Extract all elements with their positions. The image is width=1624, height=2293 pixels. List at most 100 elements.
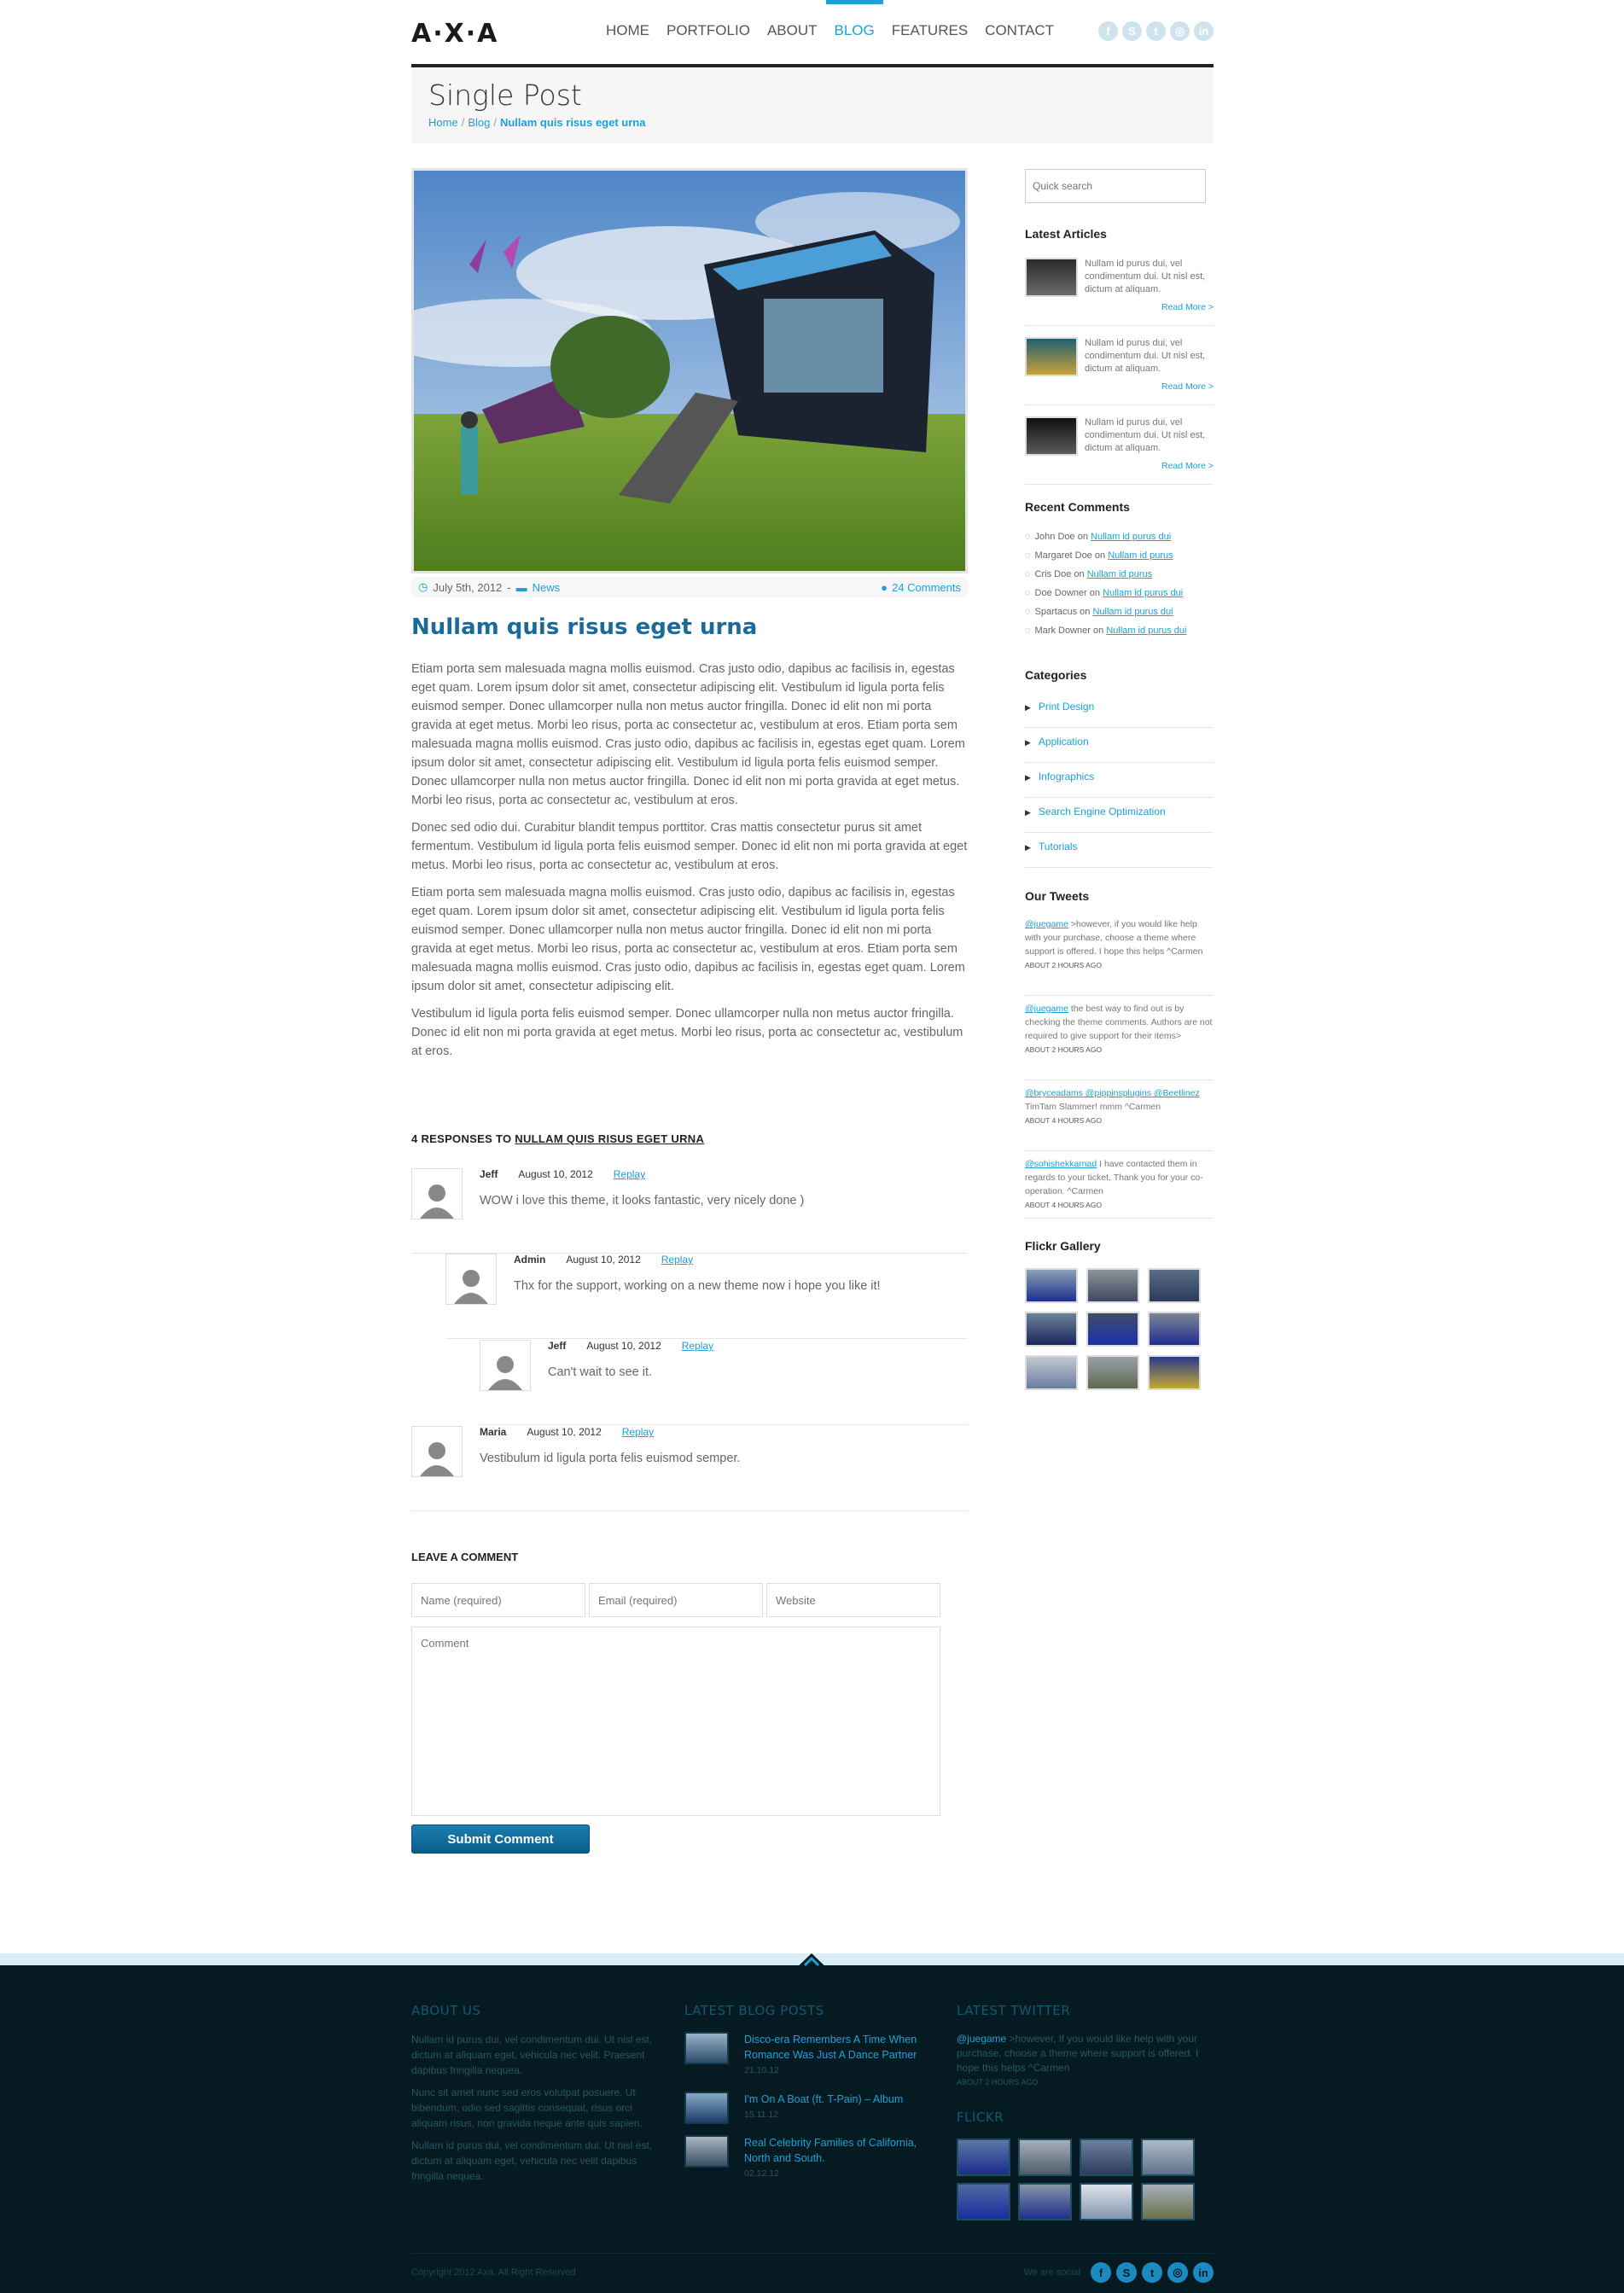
bullet-arrow-icon: ▶ (1025, 843, 1031, 852)
footer-divider (411, 2253, 1214, 2254)
breadcrumb: Home / Blog / Nullam quis risus eget urna (428, 116, 646, 129)
recent-comment-link[interactable]: Nullam id purus dui (1106, 626, 1186, 636)
recent-comment-author: Cris Doe (1034, 569, 1072, 579)
linkedin-icon[interactable]: in (1193, 2262, 1214, 2283)
recent-comment-link[interactable]: Nullam id purus dui (1103, 588, 1183, 598)
read-more-link[interactable]: Read More > (1161, 381, 1214, 392)
recent-comment-link[interactable]: Nullam id purus dui (1091, 532, 1171, 542)
post-thumbnail[interactable] (684, 2092, 729, 2124)
category-label: Infographics (1038, 771, 1095, 783)
footer-flickr-thumbnail[interactable] (1080, 2183, 1133, 2220)
nav-about[interactable]: ABOUT (759, 0, 826, 51)
scroll-to-top-icon[interactable] (792, 1948, 831, 1972)
recent-comment-link[interactable]: Nullam id purus (1108, 550, 1173, 561)
name-field[interactable] (411, 1583, 585, 1617)
category-item[interactable]: ▶ Infographics (1025, 763, 1214, 798)
comment-bubble-icon: ◌ (1025, 569, 1031, 579)
footer-flickr-thumbnail[interactable] (957, 2183, 1010, 2220)
recent-comment-link[interactable]: Nullam id purus (1087, 569, 1152, 579)
nav-blog[interactable]: BLOG (825, 0, 884, 51)
email-field[interactable] (589, 1583, 763, 1617)
tweet-item: @bryceadams @pippinsplugins @Beetlinez T… (1025, 1086, 1214, 1151)
comment-field[interactable] (411, 1627, 940, 1816)
post-comments-link[interactable]: 24 Comments (892, 581, 961, 594)
article-thumbnail[interactable] (1025, 258, 1078, 297)
recent-comment-author: John Doe (1034, 532, 1075, 542)
breadcrumb-home[interactable]: Home (428, 116, 458, 129)
footer-flickr-thumbnail[interactable] (1141, 2139, 1195, 2176)
category-label: Tutorials (1038, 841, 1078, 853)
twitter-icon[interactable]: t (1146, 21, 1166, 41)
skype-icon[interactable]: S (1122, 21, 1142, 41)
read-more-link[interactable]: Read More > (1161, 302, 1214, 312)
article-thumbnail[interactable] (1025, 337, 1078, 376)
flickr-thumbnail[interactable] (1025, 1268, 1078, 1303)
website-field[interactable] (766, 1583, 940, 1617)
quick-search-input[interactable] (1025, 169, 1206, 203)
category-item[interactable]: ▶ Search Engine Optimization (1025, 798, 1214, 833)
category-item[interactable]: ▶ Tutorials (1025, 833, 1214, 868)
flickr-thumbnail[interactable] (1086, 1355, 1139, 1390)
footer-flickr-thumbnail[interactable] (1080, 2139, 1133, 2176)
reply-link[interactable]: Replay (622, 1426, 654, 1438)
footer-tweet-handle[interactable]: @juegame (957, 2033, 1006, 2045)
latest-articles-heading: Latest Articles (1025, 227, 1107, 241)
tweet-handle[interactable]: @juegame (1025, 1004, 1068, 1014)
article-thumbnail[interactable] (1025, 416, 1078, 456)
skype-icon[interactable]: S (1116, 2262, 1137, 2283)
facebook-icon[interactable]: f (1098, 21, 1118, 41)
footer-post-link[interactable]: I'm On A Boat (ft. T-Pain) – Album (744, 2093, 903, 2105)
nav-home[interactable]: HOME (597, 0, 658, 51)
flickr-thumbnail[interactable] (1025, 1355, 1078, 1390)
tweet-item: @juegame the best way to find out is by … (1025, 1002, 1214, 1080)
flickr-thumbnail[interactable] (1086, 1268, 1139, 1303)
category-label: Application (1038, 736, 1089, 748)
dribbble-icon[interactable]: ◎ (1170, 21, 1190, 41)
footer-post-date: 02.12.12 (744, 2168, 779, 2179)
tweet-handle[interactable]: @sohishekkarnad (1025, 1159, 1097, 1169)
comment-date: August 10, 2012 (586, 1340, 661, 1352)
breadcrumb-blog[interactable]: Blog (468, 116, 490, 129)
reply-link[interactable]: Replay (682, 1340, 713, 1352)
header-social-links: f S t ◎ in (1098, 21, 1214, 41)
footer-flickr-thumbnail[interactable] (957, 2139, 1010, 2176)
nav-portfolio[interactable]: PORTFOLIO (658, 0, 759, 51)
reply-link[interactable]: Replay (661, 1254, 693, 1266)
nav-features[interactable]: FEATURES (883, 0, 976, 51)
footer-flickr-thumbnail[interactable] (1018, 2183, 1072, 2220)
flickr-thumbnail[interactable] (1148, 1355, 1201, 1390)
post-thumbnail[interactable] (684, 2032, 729, 2064)
linkedin-icon[interactable]: in (1194, 21, 1214, 41)
nav-contact[interactable]: CONTACT (976, 0, 1062, 51)
post-category-link[interactable]: News (533, 581, 561, 594)
twitter-icon[interactable]: t (1142, 2262, 1162, 2283)
responses-post-link[interactable]: NULLAM QUIS RISUS EGET URNA (515, 1132, 704, 1145)
tweet-handle[interactable]: @bryceadams @pippinsplugins @Beetlinez (1025, 1088, 1200, 1098)
flickr-thumbnail[interactable] (1148, 1268, 1201, 1303)
category-item[interactable]: ▶ Print Design (1025, 693, 1214, 728)
dribbble-icon[interactable]: ◎ (1167, 2262, 1188, 2283)
footer-flickr-thumbnail[interactable] (1018, 2139, 1072, 2176)
recent-comment-author: Doe Downer (1034, 588, 1087, 598)
read-more-link[interactable]: Read More > (1161, 461, 1214, 471)
reply-link[interactable]: Replay (614, 1168, 645, 1180)
footer-blog-post: Disco-era Remembers A Time When Romance … (684, 2032, 932, 2075)
flickr-thumbnail[interactable] (1148, 1312, 1201, 1347)
footer-post-link[interactable]: Disco-era Remembers A Time When Romance … (744, 2034, 917, 2061)
post-thumbnail[interactable] (684, 2135, 729, 2168)
footer-post-link[interactable]: Real Celebrity Families of California, N… (744, 2137, 917, 2164)
recent-comment-on: on (1077, 532, 1088, 542)
recent-comments-heading: Recent Comments (1025, 500, 1130, 514)
flickr-thumbnail[interactable] (1025, 1312, 1078, 1347)
category-item[interactable]: ▶ Application (1025, 728, 1214, 763)
footer-about-text: Nullam id purus dui, vel condimentum dui… (411, 2139, 653, 2182)
site-logo[interactable]: A·X·A (411, 19, 498, 49)
folder-icon: ▬ (515, 580, 527, 594)
main-nav: HOME PORTFOLIO ABOUT BLOG FEATURES CONTA… (597, 0, 1062, 51)
submit-comment-button[interactable]: Submit Comment (411, 1825, 590, 1854)
tweet-handle[interactable]: @juegame (1025, 919, 1068, 929)
recent-comment-link[interactable]: Nullam id purus dui (1092, 607, 1173, 617)
flickr-thumbnail[interactable] (1086, 1312, 1139, 1347)
facebook-icon[interactable]: f (1091, 2262, 1111, 2283)
footer-flickr-thumbnail[interactable] (1141, 2183, 1195, 2220)
